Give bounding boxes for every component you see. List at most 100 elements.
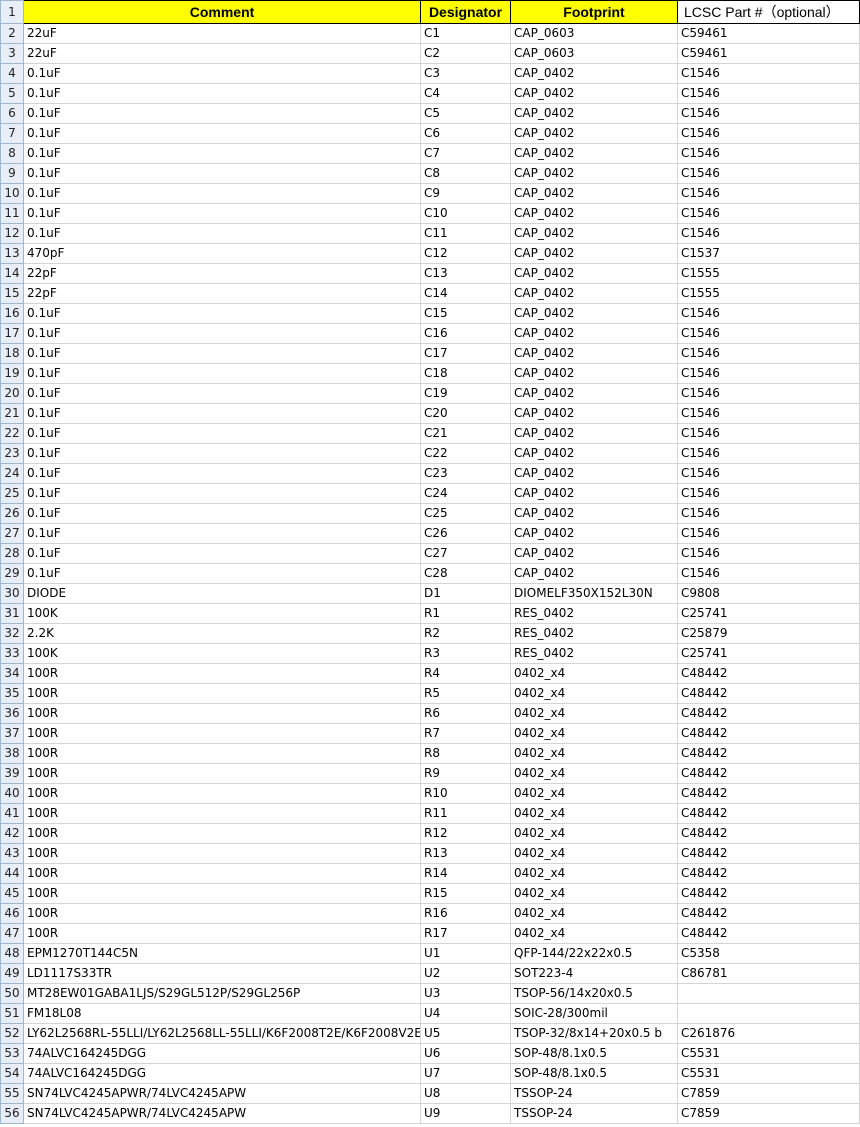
cell-footprint[interactable]: CAP_0402 (510, 203, 678, 224)
cell-comment[interactable]: 100R (23, 723, 421, 744)
cell-lcsc-part[interactable]: C1546 (677, 63, 860, 84)
cell-designator[interactable]: C7 (420, 143, 511, 164)
cell-footprint[interactable]: 0402_x4 (510, 723, 678, 744)
row-number[interactable]: 45 (0, 883, 24, 904)
cell-designator[interactable]: R13 (420, 843, 511, 864)
cell-lcsc-part[interactable]: C1546 (677, 163, 860, 184)
cell-comment[interactable]: FM18L08 (23, 1003, 421, 1024)
row-number[interactable]: 18 (0, 343, 24, 364)
cell-comment[interactable]: 100R (23, 763, 421, 784)
cell-designator[interactable]: R7 (420, 723, 511, 744)
row-number[interactable]: 52 (0, 1023, 24, 1044)
cell-designator[interactable]: C5 (420, 103, 511, 124)
cell-comment[interactable]: 100R (23, 823, 421, 844)
cell-lcsc-part[interactable]: C1546 (677, 323, 860, 344)
cell-comment[interactable]: 100R (23, 783, 421, 804)
cell-footprint[interactable]: CAP_0402 (510, 563, 678, 584)
cell-designator[interactable]: C18 (420, 363, 511, 384)
cell-designator[interactable]: C4 (420, 83, 511, 104)
cell-comment[interactable]: 0.1uF (23, 543, 421, 564)
cell-footprint[interactable]: 0402_x4 (510, 683, 678, 704)
row-number[interactable]: 24 (0, 463, 24, 484)
cell-comment[interactable]: 74ALVC164245DGG (23, 1043, 421, 1064)
row-number[interactable]: 8 (0, 143, 24, 164)
cell-comment[interactable]: LY62L2568RL-55LLI/LY62L2568LL-55LLI/K6F2… (23, 1023, 421, 1044)
cell-comment[interactable]: 22uF (23, 43, 421, 64)
cell-lcsc-part[interactable]: C25879 (677, 623, 860, 644)
cell-footprint[interactable]: TSSOP-24 (510, 1103, 678, 1124)
cell-lcsc-part[interactable]: C1546 (677, 183, 860, 204)
cell-comment[interactable]: 22pF (23, 263, 421, 284)
cell-footprint[interactable]: SOP-48/8.1x0.5 (510, 1043, 678, 1064)
cell-footprint[interactable]: CAP_0402 (510, 403, 678, 424)
row-number[interactable]: 27 (0, 523, 24, 544)
cell-designator[interactable]: C21 (420, 423, 511, 444)
cell-comment[interactable]: 0.1uF (23, 123, 421, 144)
row-number[interactable]: 35 (0, 683, 24, 704)
cell-comment[interactable]: 100K (23, 643, 421, 664)
row-number[interactable]: 49 (0, 963, 24, 984)
cell-comment[interactable]: 0.1uF (23, 103, 421, 124)
cell-lcsc-part[interactable]: C48442 (677, 863, 860, 884)
cell-footprint[interactable]: SOP-48/8.1x0.5 (510, 1063, 678, 1084)
row-number[interactable]: 31 (0, 603, 24, 624)
cell-footprint[interactable]: 0402_x4 (510, 923, 678, 944)
cell-footprint[interactable]: CAP_0402 (510, 263, 678, 284)
cell-designator[interactable]: R17 (420, 923, 511, 944)
row-number[interactable]: 44 (0, 863, 24, 884)
header-footprint[interactable]: Footprint (510, 0, 678, 24)
cell-designator[interactable]: C8 (420, 163, 511, 184)
cell-lcsc-part[interactable]: C1546 (677, 143, 860, 164)
row-number[interactable]: 26 (0, 503, 24, 524)
cell-lcsc-part[interactable]: C59461 (677, 43, 860, 64)
cell-footprint[interactable]: TSSOP-24 (510, 1083, 678, 1104)
cell-designator[interactable]: R16 (420, 903, 511, 924)
cell-comment[interactable]: 100R (23, 863, 421, 884)
row-number[interactable]: 54 (0, 1063, 24, 1084)
cell-designator[interactable]: U1 (420, 943, 511, 964)
cell-footprint[interactable]: 0402_x4 (510, 703, 678, 724)
row-number[interactable]: 48 (0, 943, 24, 964)
cell-lcsc-part[interactable]: C48442 (677, 903, 860, 924)
cell-lcsc-part[interactable]: C5531 (677, 1043, 860, 1064)
cell-lcsc-part[interactable]: C48442 (677, 783, 860, 804)
cell-footprint[interactable]: CAP_0402 (510, 503, 678, 524)
row-number[interactable]: 10 (0, 183, 24, 204)
cell-comment[interactable]: 100R (23, 903, 421, 924)
row-number[interactable]: 4 (0, 63, 24, 84)
cell-lcsc-part[interactable]: C1546 (677, 503, 860, 524)
cell-lcsc-part[interactable]: C1546 (677, 423, 860, 444)
cell-comment[interactable]: 0.1uF (23, 203, 421, 224)
cell-footprint[interactable]: CAP_0402 (510, 163, 678, 184)
row-number[interactable]: 22 (0, 423, 24, 444)
cell-designator[interactable]: R6 (420, 703, 511, 724)
cell-footprint[interactable]: 0402_x4 (510, 663, 678, 684)
cell-footprint[interactable]: RES_0402 (510, 603, 678, 624)
cell-comment[interactable]: 0.1uF (23, 443, 421, 464)
cell-footprint[interactable]: 0402_x4 (510, 763, 678, 784)
cell-comment[interactable]: EPM1270T144C5N (23, 943, 421, 964)
row-number[interactable]: 28 (0, 543, 24, 564)
cell-lcsc-part[interactable]: C1555 (677, 283, 860, 304)
cell-comment[interactable]: 22pF (23, 283, 421, 304)
cell-lcsc-part[interactable]: C5358 (677, 943, 860, 964)
cell-designator[interactable]: C13 (420, 263, 511, 284)
cell-lcsc-part[interactable]: C1546 (677, 103, 860, 124)
row-number[interactable]: 46 (0, 903, 24, 924)
row-number[interactable]: 32 (0, 623, 24, 644)
row-number[interactable]: 6 (0, 103, 24, 124)
cell-footprint[interactable]: CAP_0402 (510, 243, 678, 264)
cell-designator[interactable]: U2 (420, 963, 511, 984)
cell-designator[interactable]: C15 (420, 303, 511, 324)
cell-lcsc-part[interactable]: C1546 (677, 363, 860, 384)
cell-comment[interactable]: 100R (23, 743, 421, 764)
cell-designator[interactable]: C24 (420, 483, 511, 504)
cell-lcsc-part[interactable]: C1546 (677, 463, 860, 484)
cell-comment[interactable]: 100R (23, 883, 421, 904)
cell-designator[interactable]: R15 (420, 883, 511, 904)
cell-footprint[interactable]: CAP_0603 (510, 43, 678, 64)
cell-lcsc-part[interactable]: C48442 (677, 743, 860, 764)
row-number[interactable]: 40 (0, 783, 24, 804)
cell-footprint[interactable]: QFP-144/22x22x0.5 (510, 943, 678, 964)
row-number[interactable]: 9 (0, 163, 24, 184)
